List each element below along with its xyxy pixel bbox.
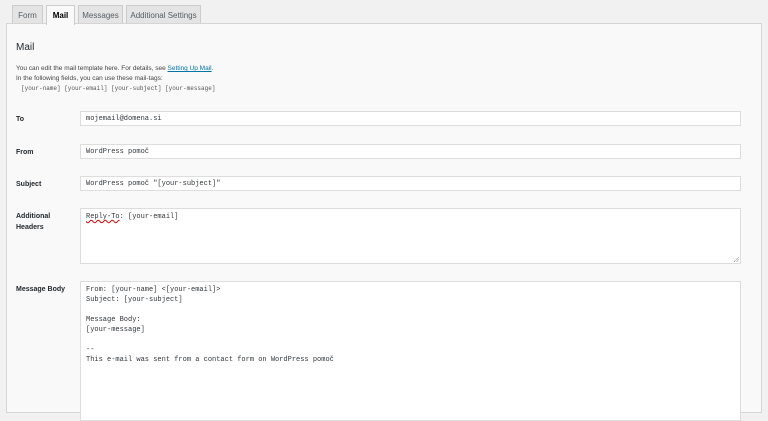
mail-tags: [your-name] [your-email] [your-subject] … — [21, 85, 216, 92]
tab-form[interactable]: Form — [12, 5, 43, 24]
from-input[interactable]: WordPress pomoč — [80, 144, 741, 159]
description-suffix: . — [211, 65, 214, 72]
from-label: From — [16, 149, 34, 156]
tab-bar: Form Mail Messages Additional Settings — [0, 0, 768, 25]
mail-description: You can edit the mail template here. For… — [16, 65, 213, 72]
tab-messages[interactable]: Messages — [78, 5, 123, 24]
subject-label: Subject — [16, 181, 42, 188]
resize-handle[interactable] — [734, 257, 739, 262]
tab-additional-settings[interactable]: Additional Settings — [126, 5, 201, 24]
mail-panel: Mail You can edit the mail template here… — [6, 23, 762, 421]
setting-up-mail-link[interactable]: Setting Up Mail — [168, 65, 212, 72]
message-body-textarea[interactable]: From: [your-name] <[your-email]> Subject… — [80, 281, 741, 421]
mail-tags-intro: In the following fields, you can use the… — [16, 75, 163, 82]
page-title: Mail — [16, 42, 35, 53]
additional-headers-textarea[interactable]: Reply-To: [your-email] — [80, 208, 741, 264]
additional-headers-label: Additional Headers — [16, 211, 76, 233]
additional-headers-label-line1: Additional — [16, 213, 51, 220]
to-input[interactable]: mojemail@domena.si — [80, 111, 741, 126]
subject-input[interactable]: WordPress pomoč "[your-subject]" — [80, 176, 741, 191]
message-body-label: Message Body — [16, 286, 66, 293]
tab-mail[interactable]: Mail — [46, 5, 75, 25]
additional-headers-label-line2: Headers — [16, 224, 44, 231]
reply-to-key: Reply-To — [86, 213, 120, 221]
to-label: To — [16, 116, 25, 123]
reply-to-value: : [your-email] — [119, 213, 179, 221]
description-text: You can edit the mail template here. For… — [16, 65, 168, 72]
